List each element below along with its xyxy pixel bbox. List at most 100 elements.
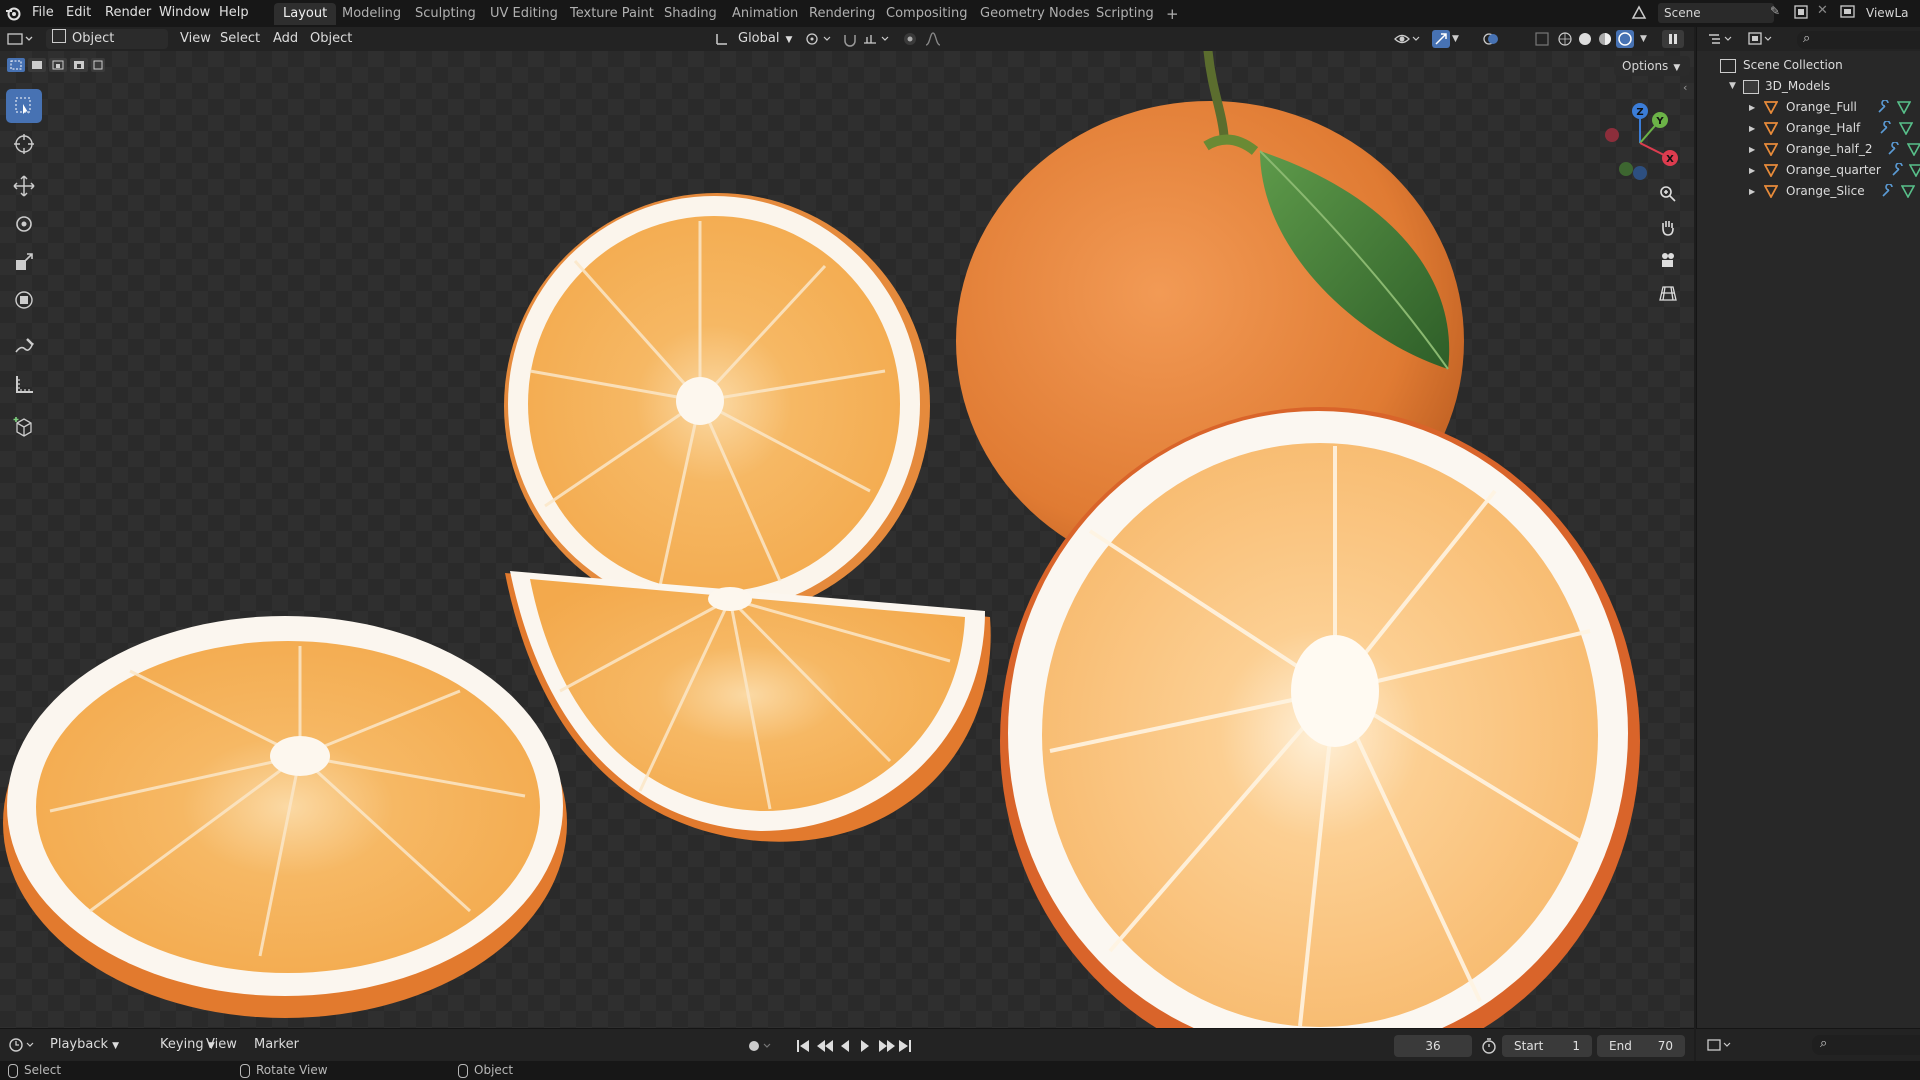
menu-marker[interactable]: Marker — [248, 1035, 305, 1055]
stopwatch-icon[interactable] — [1480, 1038, 1498, 1054]
start-label: Start — [1514, 1039, 1544, 1053]
timeline-editor-type-icon[interactable] — [8, 1037, 38, 1053]
tab-rendering[interactable]: Rendering — [800, 3, 884, 25]
outliner-row-object[interactable]: ▶ Orange_Slice — [1697, 181, 1920, 202]
expand-down-icon[interactable]: ▼ — [1729, 76, 1736, 97]
playback-menu[interactable]: Playback ▼ — [44, 1035, 125, 1055]
pivot-point-icon[interactable] — [804, 31, 834, 47]
orange-slice-left[interactable] — [3, 616, 567, 1018]
menu-edit[interactable]: Edit — [60, 3, 97, 23]
proportional-editing-icon[interactable] — [902, 31, 918, 47]
end-frame-field[interactable]: End 70 — [1597, 1035, 1685, 1057]
menu-object[interactable]: Object — [304, 29, 358, 49]
jump-start-icon — [797, 1040, 809, 1052]
falloff-icon[interactable] — [924, 31, 952, 47]
display-mode-icon[interactable] — [1747, 31, 1777, 47]
expand-right-icon[interactable]: ▶ — [1749, 118, 1755, 139]
expand-right-icon[interactable]: ▶ — [1749, 97, 1755, 118]
outliner-editor-type-icon[interactable] — [1707, 31, 1737, 47]
object-label: Orange_quarter — [1786, 163, 1881, 177]
xray-icon[interactable] — [1534, 31, 1550, 47]
snap-icon[interactable] — [842, 31, 858, 47]
status-select-hint: Select — [8, 1061, 61, 1080]
visibility-icon[interactable] — [1394, 31, 1422, 47]
blender-logo-icon[interactable] — [5, 5, 21, 21]
menu-help[interactable]: Help — [213, 3, 255, 23]
tab-scripting[interactable]: Scripting — [1087, 3, 1163, 25]
menu-select[interactable]: Select — [214, 29, 266, 49]
search-icon: ⌕ — [1803, 31, 1811, 46]
menu-render[interactable]: Render — [99, 3, 157, 23]
properties-editor-type-icon[interactable] — [1706, 1037, 1736, 1053]
viewport-header: Object Mode▼ View Select Add Object Glob… — [0, 27, 1694, 66]
tab-geometry-nodes[interactable]: Geometry Nodes — [971, 3, 1099, 25]
expand-right-icon[interactable]: ▶ — [1749, 181, 1755, 202]
object-label: Orange_half_2 — [1786, 142, 1873, 156]
collection-box-icon — [1720, 59, 1736, 73]
scene-icon[interactable] — [1630, 4, 1648, 22]
start-value: 1 — [1572, 1039, 1580, 1053]
transform-orientation-dropdown[interactable]: Global ▼ — [732, 29, 804, 49]
mesh-data-icon[interactable] — [1900, 184, 1916, 205]
editor-type-icon[interactable] — [6, 31, 34, 47]
new-scene-icon[interactable] — [1793, 4, 1809, 20]
3d-viewport[interactable]: Options ▼ ‹ Z Y X — [0, 51, 1694, 1028]
expand-right-icon[interactable]: ▶ — [1749, 139, 1755, 160]
menu-view[interactable]: View — [174, 29, 217, 49]
mouse-right-icon — [458, 1063, 468, 1078]
pin-icon[interactable]: ✎ — [1770, 4, 1786, 20]
current-frame-field[interactable]: 36 — [1394, 1035, 1472, 1057]
object-label: Orange_Slice — [1786, 184, 1865, 198]
outliner-row-object[interactable]: ▶ Orange_Half — [1697, 118, 1920, 139]
expand-right-icon[interactable]: ▶ — [1749, 160, 1755, 181]
scene-selector[interactable]: Scene — [1658, 3, 1774, 23]
outliner-row-collection[interactable]: ▼ 3D_Models — [1697, 76, 1920, 97]
tab-sculpting[interactable]: Sculpting — [406, 3, 485, 25]
modifier-wrench-icon[interactable] — [1881, 183, 1895, 205]
pause-render-button[interactable] — [1662, 30, 1684, 48]
outliner-row-object[interactable]: ▶ Orange_quarter — [1697, 160, 1920, 181]
play-reverse-icon — [841, 1040, 849, 1052]
playback-label: Playback — [50, 1037, 109, 1052]
add-workspace-button[interactable]: + — [1157, 3, 1188, 25]
orange-quarter[interactable] — [505, 571, 991, 842]
view-layer-selector[interactable]: ViewLa — [1866, 3, 1920, 23]
view-layer-icon[interactable] — [1840, 4, 1862, 20]
orange-scene — [3, 51, 1640, 1028]
overlays-icon[interactable] — [1482, 30, 1500, 48]
end-label: End — [1609, 1039, 1632, 1053]
outliner-row-scene-collection[interactable]: Scene Collection — [1697, 55, 1920, 76]
transform-orientation-icon[interactable] — [714, 31, 730, 47]
snap-target-icon[interactable] — [862, 31, 892, 47]
tab-uv-editing[interactable]: UV Editing — [481, 3, 567, 25]
play-icon — [861, 1040, 869, 1052]
mode-selector[interactable]: Object Mode▼ — [46, 29, 168, 66]
gizmo-toggle-icon[interactable] — [1432, 30, 1450, 48]
delete-scene-icon[interactable]: ✕ — [1817, 3, 1831, 19]
previous-keyframe-icon — [817, 1040, 833, 1052]
top-menu-bar: File Edit Render Window Help Layout Mode… — [0, 0, 1920, 27]
menu-window[interactable]: Window — [153, 3, 216, 23]
tab-compositing[interactable]: Compositing — [877, 3, 977, 25]
outliner-row-object[interactable]: ▶ Orange_half_2 — [1697, 139, 1920, 160]
auto-keying-icon[interactable] — [746, 1038, 776, 1054]
start-frame-field[interactable]: Start 1 — [1502, 1035, 1592, 1057]
outliner-search-input[interactable]: ⌕ — [1797, 31, 1920, 49]
tab-modeling[interactable]: Modeling — [333, 3, 410, 25]
outliner-row-object[interactable]: ▶ Orange_Full — [1697, 97, 1920, 118]
tab-layout[interactable]: Layout — [274, 3, 337, 25]
menu-view-timeline[interactable]: View — [200, 1035, 243, 1055]
tab-texture-paint[interactable]: Texture Paint — [561, 3, 663, 25]
tab-animation[interactable]: Animation — [723, 3, 807, 25]
playback-controls — [795, 1038, 915, 1054]
chevron-down-icon[interactable]: ▼ — [1452, 31, 1464, 47]
chevron-down-icon[interactable]: ▼ — [1640, 31, 1652, 47]
orange-slice-top[interactable] — [504, 193, 930, 619]
mesh-object-icon — [1763, 184, 1779, 205]
tab-shading[interactable]: Shading — [655, 3, 726, 25]
mouse-left-icon — [8, 1063, 18, 1078]
properties-search-input[interactable]: ⌕ — [1812, 1035, 1920, 1055]
menu-add[interactable]: Add — [267, 29, 304, 49]
keying-label: Keying — [160, 1037, 204, 1052]
menu-file[interactable]: File — [26, 3, 60, 23]
